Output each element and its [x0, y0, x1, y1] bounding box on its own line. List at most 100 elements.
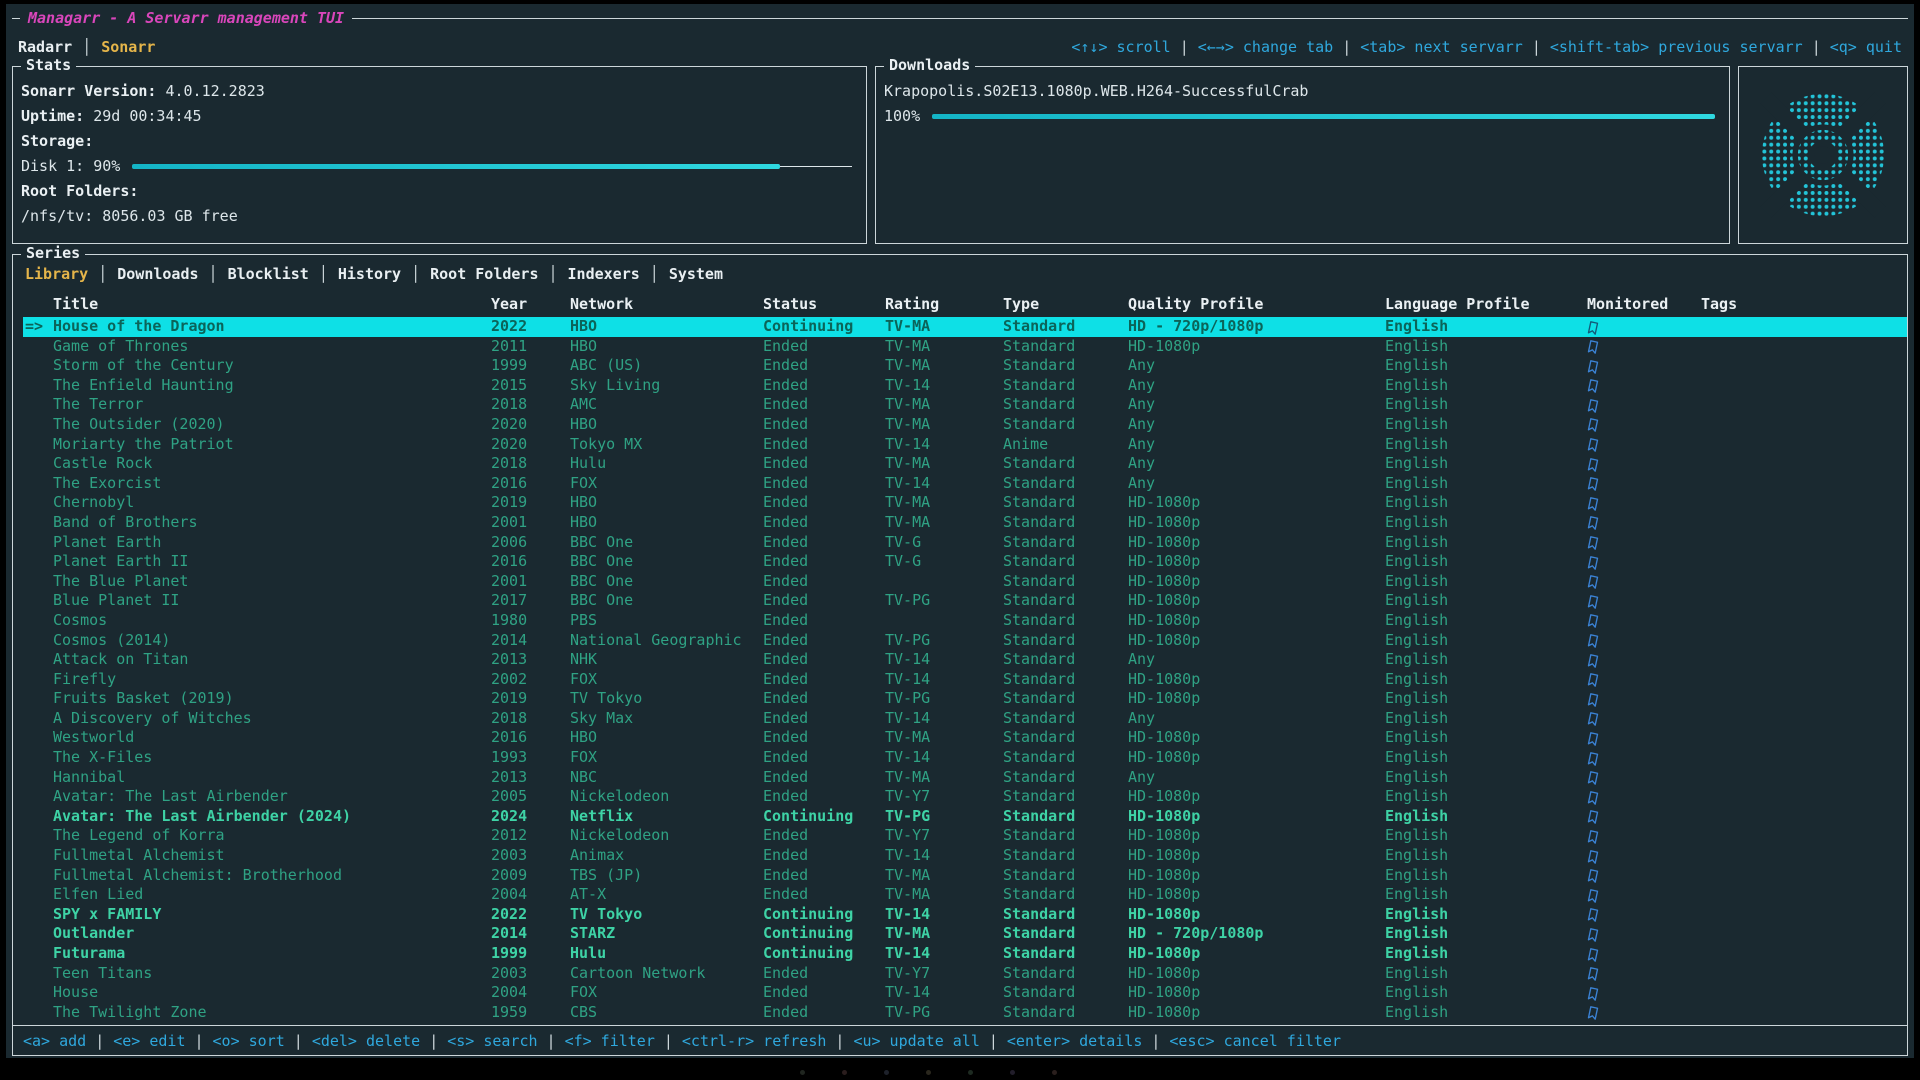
series-network: HBO — [570, 728, 763, 748]
series-status: Ended — [763, 885, 885, 905]
servarr-tab-radarr[interactable]: Radarr — [18, 38, 72, 56]
table-row[interactable]: Futurama1999HuluContinuingTV-14StandardH… — [23, 944, 1907, 964]
series-monitored-cell — [1587, 964, 1701, 984]
series-year: 2001 — [491, 513, 570, 533]
table-row[interactable]: Firefly2002FOXEndedTV-14StandardHD-1080p… — [23, 670, 1907, 690]
series-network: FOX — [570, 474, 763, 494]
series-panel-title: Series — [21, 244, 85, 262]
table-row[interactable]: Chernobyl2019HBOEndedTV-MAStandardHD-108… — [23, 493, 1907, 513]
table-row[interactable]: Game of Thrones2011HBOEndedTV-MAStandard… — [23, 337, 1907, 357]
series-tags — [1701, 826, 1907, 846]
table-row[interactable]: Avatar: The Last Airbender2005Nickelodeo… — [23, 787, 1907, 807]
series-language: English — [1385, 572, 1587, 592]
series-status: Ended — [763, 435, 885, 455]
table-row[interactable]: =>House of the Dragon2022HBOContinuingTV… — [23, 317, 1907, 337]
series-network: FOX — [570, 983, 763, 1003]
series-quality: HD-1080p — [1128, 493, 1385, 513]
series-type: Standard — [1003, 474, 1128, 494]
series-year: 2011 — [491, 337, 570, 357]
table-row[interactable]: Planet Earth II2016BBC OneEndedTV-GStand… — [23, 552, 1907, 572]
table-row[interactable]: Band of Brothers2001HBOEndedTV-MAStandar… — [23, 513, 1907, 533]
series-year: 2024 — [491, 807, 570, 827]
series-title: The Exorcist — [53, 474, 161, 492]
table-row[interactable]: The Enfield Haunting2015Sky LivingEndedT… — [23, 376, 1907, 396]
table-row[interactable]: Cosmos1980PBSEndedStandardHD-1080pEnglis… — [23, 611, 1907, 631]
series-monitored-cell — [1587, 807, 1701, 827]
series-tags — [1701, 1003, 1907, 1023]
table-row[interactable]: The Terror2018AMCEndedTV-MAStandardAnyEn… — [23, 395, 1907, 415]
key-hint: <o> sort — [213, 1032, 285, 1050]
table-row[interactable]: The Twilight Zone1959CBSEndedTV-PGStanda… — [23, 1003, 1907, 1023]
series-title-cell: Fullmetal Alchemist — [23, 846, 491, 866]
table-row[interactable]: Castle Rock2018HuluEndedTV-MAStandardAny… — [23, 454, 1907, 474]
series-tags — [1701, 513, 1907, 533]
series-title-cell: Attack on Titan — [23, 650, 491, 670]
managarr-logo-icon — [1754, 86, 1892, 224]
series-status: Ended — [763, 552, 885, 572]
column-header-network: Network — [570, 295, 763, 313]
table-row[interactable]: Attack on Titan2013NHKEndedTV-14Standard… — [23, 650, 1907, 670]
series-language: English — [1385, 1003, 1587, 1023]
series-status: Continuing — [763, 944, 885, 964]
key-hint: <esc> cancel filter — [1169, 1032, 1341, 1050]
series-tab-downloads[interactable]: Downloads — [117, 265, 198, 283]
series-type: Standard — [1003, 924, 1128, 944]
series-rating — [885, 611, 1003, 631]
monitored-icon — [1587, 359, 1600, 375]
series-title: The X-Files — [53, 748, 152, 766]
table-row[interactable]: The Legend of Korra2012NickelodeonEndedT… — [23, 826, 1907, 846]
series-network: Sky Max — [570, 709, 763, 729]
series-tags — [1701, 591, 1907, 611]
series-tab-blocklist[interactable]: Blocklist — [228, 265, 309, 283]
series-network: BBC One — [570, 572, 763, 592]
table-row[interactable]: Hannibal2013NBCEndedTV-MAStandardAnyEngl… — [23, 768, 1907, 788]
table-row[interactable]: The Exorcist2016FOXEndedTV-14StandardAny… — [23, 474, 1907, 494]
table-row[interactable]: Fullmetal Alchemist2003AnimaxEndedTV-14S… — [23, 846, 1907, 866]
table-row[interactable]: Elfen Lied2004AT-XEndedTV-MAStandardHD-1… — [23, 885, 1907, 905]
column-header-status: Status — [763, 295, 885, 313]
table-row[interactable]: Teen Titans2003Cartoon NetworkEndedTV-Y7… — [23, 964, 1907, 984]
series-tags — [1701, 885, 1907, 905]
series-title-cell: Cosmos — [23, 611, 491, 631]
series-tab-library[interactable]: Library — [25, 265, 88, 283]
monitored-icon — [1587, 555, 1600, 571]
series-year: 2016 — [491, 474, 570, 494]
table-row[interactable]: Outlander2014STARZContinuingTV-MAStandar… — [23, 924, 1907, 944]
series-language: English — [1385, 670, 1587, 690]
series-rating: TV-14 — [885, 983, 1003, 1003]
series-monitored-cell — [1587, 826, 1701, 846]
series-tab-system[interactable]: System — [669, 265, 723, 283]
series-language: English — [1385, 768, 1587, 788]
series-monitored-cell — [1587, 317, 1701, 337]
table-row[interactable]: Fruits Basket (2019)2019TV TokyoEndedTV-… — [23, 689, 1907, 709]
table-row[interactable]: Avatar: The Last Airbender (2024)2024Net… — [23, 807, 1907, 827]
table-row[interactable]: SPY x FAMILY2022TV TokyoContinuingTV-14S… — [23, 905, 1907, 925]
series-tags — [1701, 689, 1907, 709]
table-row[interactable]: Cosmos (2014)2014National GeographicEnde… — [23, 631, 1907, 651]
series-tab-indexers[interactable]: Indexers — [568, 265, 640, 283]
series-tab-root-folders[interactable]: Root Folders — [430, 265, 538, 283]
table-row[interactable]: Blue Planet II2017BBC OneEndedTV-PGStand… — [23, 591, 1907, 611]
series-tags — [1701, 631, 1907, 651]
servarr-tab-sonarr[interactable]: Sonarr — [101, 38, 155, 56]
series-rating: TV-PG — [885, 807, 1003, 827]
series-network: Nickelodeon — [570, 787, 763, 807]
table-row[interactable]: The X-Files1993FOXEndedTV-14StandardHD-1… — [23, 748, 1907, 768]
table-row[interactable]: Westworld2016HBOEndedTV-MAStandardHD-108… — [23, 728, 1907, 748]
table-row[interactable]: Fullmetal Alchemist: Brotherhood2009TBS … — [23, 866, 1907, 886]
table-row[interactable]: Planet Earth2006BBC OneEndedTV-GStandard… — [23, 533, 1907, 553]
separator: | — [1342, 38, 1351, 56]
series-status: Ended — [763, 826, 885, 846]
table-row[interactable]: A Discovery of Witches2018Sky MaxEndedTV… — [23, 709, 1907, 729]
table-row[interactable]: The Outsider (2020)2020HBOEndedTV-MAStan… — [23, 415, 1907, 435]
series-monitored-cell — [1587, 474, 1701, 494]
series-monitored-cell — [1587, 866, 1701, 886]
table-row[interactable]: The Blue Planet2001BBC OneEndedStandardH… — [23, 572, 1907, 592]
table-row[interactable]: Moriarty the Patriot2020Tokyo MXEndedTV-… — [23, 435, 1907, 455]
table-row[interactable]: Storm of the Century1999ABC (US)EndedTV-… — [23, 356, 1907, 376]
series-table: TitleYearNetworkStatusRatingTypeQuality … — [13, 287, 1907, 1025]
series-year: 2004 — [491, 885, 570, 905]
series-tab-history[interactable]: History — [338, 265, 401, 283]
series-quality: HD-1080p — [1128, 591, 1385, 611]
table-row[interactable]: House2004FOXEndedTV-14StandardHD-1080pEn… — [23, 983, 1907, 1003]
